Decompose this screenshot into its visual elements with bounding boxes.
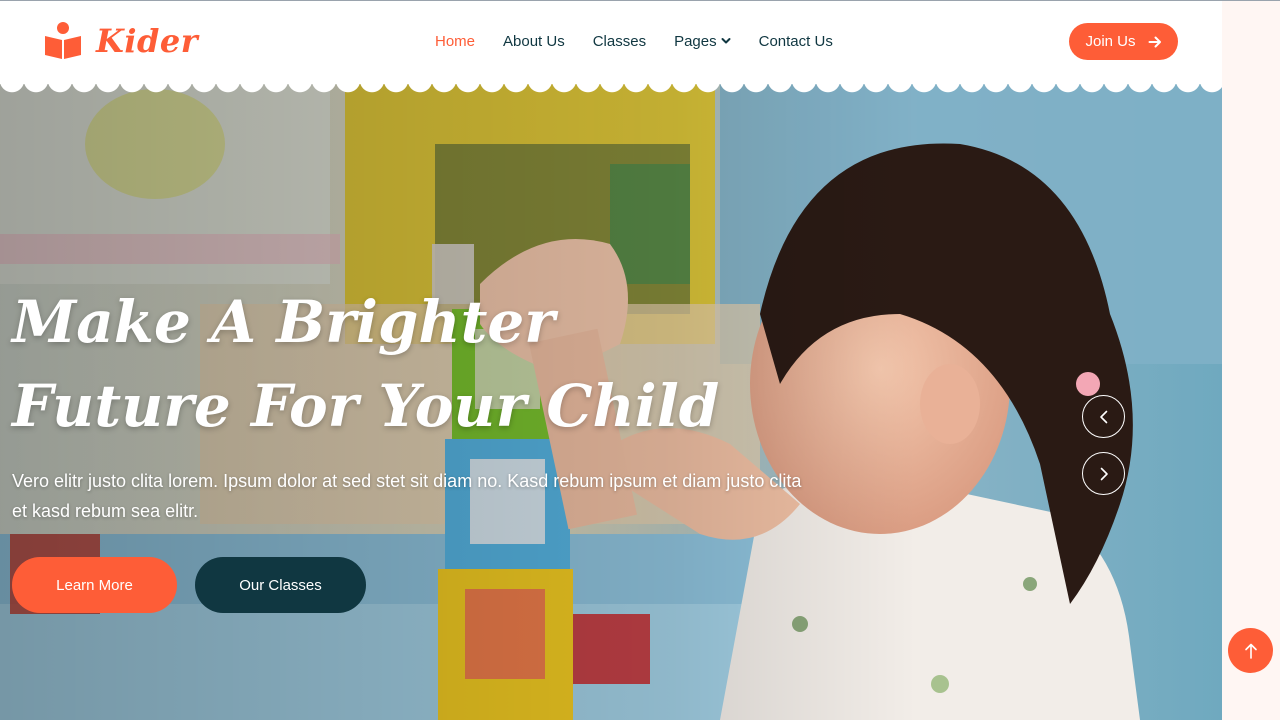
learn-more-button[interactable]: Learn More bbox=[12, 557, 177, 613]
chevron-down-icon bbox=[721, 38, 731, 44]
nav-pages-dropdown[interactable]: Pages bbox=[674, 33, 731, 50]
right-gutter bbox=[1222, 0, 1280, 720]
carousel-next-button[interactable] bbox=[1082, 452, 1125, 495]
chevron-left-icon bbox=[1099, 410, 1107, 423]
arrow-up-icon bbox=[1244, 643, 1257, 659]
nav-about-label: About Us bbox=[503, 32, 565, 50]
nav-home-label: Home bbox=[435, 32, 476, 50]
back-to-top-button[interactable] bbox=[1228, 628, 1273, 673]
arrow-right-icon bbox=[1148, 36, 1161, 47]
chevron-right-icon bbox=[1100, 467, 1108, 480]
nav-pages-label: Pages bbox=[674, 32, 717, 50]
brand-logo[interactable]: Kider bbox=[44, 20, 198, 62]
join-us-button[interactable]: Join Us bbox=[1069, 23, 1178, 60]
nav-classes-label: Classes bbox=[592, 32, 647, 50]
nav-about-us[interactable]: About Us bbox=[503, 33, 565, 50]
nav-home[interactable]: Home bbox=[435, 33, 475, 50]
main-menu: Home About Us Classes Pages Contact Us bbox=[435, 31, 861, 51]
navbar: Kider Home About Us Classes Pages Contac… bbox=[0, 0, 1222, 84]
page-frame: Make A Brighter Future For Your Child Ve… bbox=[0, 0, 1222, 720]
join-us-label: Join Us bbox=[1085, 33, 1136, 50]
brand-name: Kider bbox=[96, 22, 199, 60]
book-reader-icon bbox=[45, 22, 81, 59]
hero-title: Make A Brighter Future For Your Child bbox=[12, 288, 720, 440]
our-classes-button[interactable]: Our Classes bbox=[195, 557, 366, 613]
hero-carousel: Make A Brighter Future For Your Child Ve… bbox=[0, 84, 1222, 720]
nav-contact-us[interactable]: Contact Us bbox=[759, 33, 833, 50]
nav-classes[interactable]: Classes bbox=[593, 33, 646, 50]
nav-contact-label: Contact Us bbox=[758, 32, 833, 50]
carousel-prev-button[interactable] bbox=[1082, 395, 1125, 438]
hero-description: Vero elitr justo clita lorem. Ipsum dolo… bbox=[12, 471, 802, 521]
